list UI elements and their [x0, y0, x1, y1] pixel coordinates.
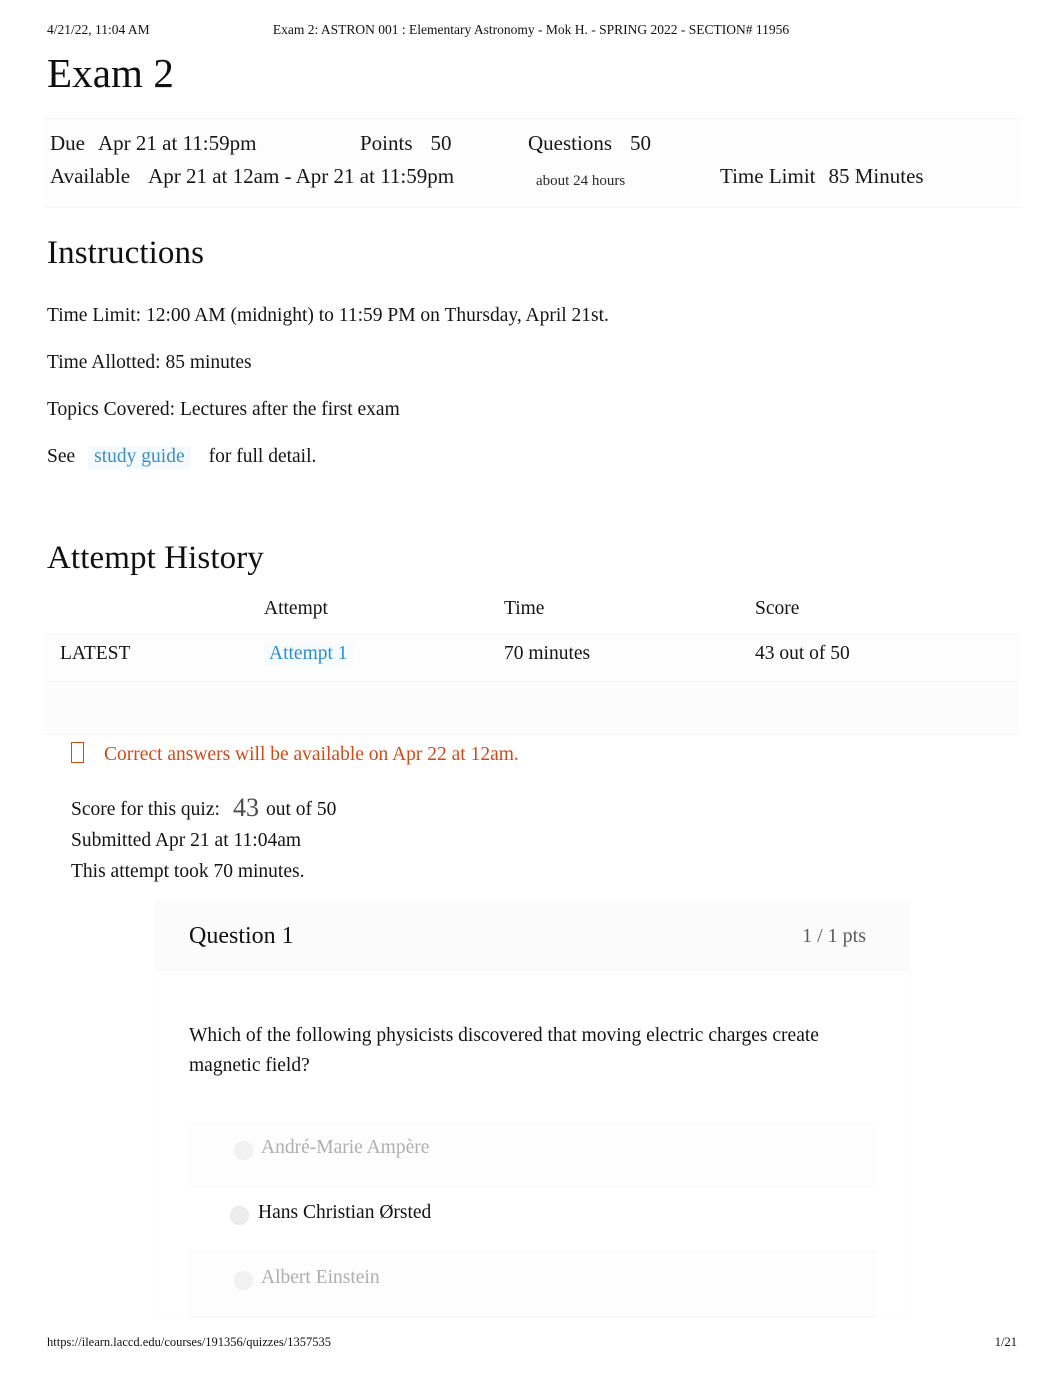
- row-score: 43 out of 50: [755, 643, 850, 664]
- quiz-score-value: 43: [232, 793, 259, 822]
- quiz-time-limit: Time Limit 85 Minutes: [720, 164, 924, 189]
- quiz-points-value: 50: [430, 131, 452, 155]
- question-header: Question 1 1 / 1 pts: [156, 901, 909, 970]
- column-header-time: Time: [504, 598, 545, 619]
- correct-answers-notice: Correct answers will be available on Apr…: [71, 742, 519, 766]
- quiz-available-label: Available: [50, 164, 131, 188]
- quiz-score-out-of: out of 50: [265, 799, 337, 820]
- question-text: Which of the following physicists discov…: [189, 1025, 819, 1076]
- quiz-meta-box: Due Apr 21 at 11:59pm Points 50 Questions 5…: [44, 118, 1019, 208]
- attempt-history-table: Attempt Time Score LATEST Attempt 1 70 m…: [44, 592, 1019, 735]
- attempt-history-heading: Attempt History: [47, 540, 264, 576]
- print-footer-url: https://ilearn.laccd.edu/courses/191356/…: [47, 1335, 331, 1349]
- instructions-heading: Instructions: [47, 235, 205, 271]
- row-latest-marker: LATEST: [60, 643, 131, 664]
- print-header-title: Exam 2: ASTRON 001 : Elementary Astronom…: [272, 22, 790, 37]
- instructions-see-line: See study guide for full detail.: [47, 446, 317, 469]
- attempt-1-link[interactable]: Attempt 1: [264, 643, 353, 666]
- quiz-points-label: Points: [360, 131, 413, 155]
- answer-list: André-Marie Ampère Hans Christian Ørsted…: [189, 1122, 876, 1318]
- radio-button-icon[interactable]: [234, 1271, 253, 1291]
- quiz-score-line: Score for this quiz: 43 out of 50: [71, 793, 336, 823]
- quiz-submitted-line: Submitted Apr 21 at 11:04am: [71, 830, 302, 851]
- answer-option-label: Hans Christian Ørsted: [258, 1202, 432, 1224]
- print-footer: https://ilearn.laccd.edu/courses/191356/…: [0, 1335, 1062, 1355]
- radio-button-icon[interactable]: [230, 1206, 249, 1226]
- instructions-topics: Topics Covered: Lectures after the first…: [47, 399, 400, 420]
- instructions-time-limit: Time Limit: 12:00 AM (midnight) to 11:59…: [47, 305, 609, 326]
- question-number: Question 1: [189, 923, 294, 949]
- quiz-due-value: Apr 21 at 11:59pm: [98, 131, 257, 155]
- answer-option-label: Albert Einstein: [261, 1267, 380, 1289]
- quiz-due-label: Due: [50, 131, 85, 155]
- quiz-available-value: Apr 21 at 12am - Apr 21 at 11:59pm: [148, 164, 455, 188]
- quiz-available-duration: about 24 hours: [536, 173, 626, 189]
- page-title: Exam 2: [47, 50, 174, 96]
- quiz-questions-label: Questions: [528, 131, 612, 155]
- answer-option-2[interactable]: Albert Einstein: [189, 1252, 876, 1318]
- quiz-points: Points 50: [360, 131, 452, 156]
- instructions-see-prefix: See: [47, 446, 76, 467]
- answer-option-label: André-Marie Ampère: [261, 1137, 430, 1159]
- quiz-time-limit-value: 85 Minutes: [828, 164, 924, 188]
- quiz-questions: Questions 50: [528, 131, 651, 156]
- quiz-available: Available Apr 21 at 12am - Apr 21 at 11:5…: [50, 164, 454, 189]
- row-time: 70 minutes: [504, 643, 591, 664]
- table-footer-spacer: [44, 682, 1019, 735]
- question-body: Which of the following physicists discov…: [156, 970, 909, 1318]
- answer-option-1[interactable]: Hans Christian Ørsted: [189, 1187, 876, 1253]
- column-header-attempt: Attempt: [264, 598, 328, 619]
- table-header-row: Attempt Time Score: [44, 592, 1019, 635]
- print-header: 4/21/22, 11:04 AM Exam 2: ASTRON 001 : E…: [0, 22, 1062, 44]
- column-header-score: Score: [755, 598, 800, 619]
- study-guide-link[interactable]: study guide: [88, 446, 191, 469]
- answer-option-0[interactable]: André-Marie Ampère: [189, 1122, 876, 1188]
- print-footer-page-number: 1/21: [994, 1335, 1017, 1349]
- quiz-time-limit-label: Time Limit: [720, 164, 816, 188]
- quiz-score-label: Score for this quiz:: [71, 799, 220, 820]
- info-circle-icon: [71, 742, 84, 763]
- quiz-duration-line: This attempt took 70 minutes.: [71, 861, 305, 882]
- instructions-see-suffix: for full detail.: [208, 446, 317, 467]
- correct-answers-notice-text: Correct answers will be available on Apr…: [104, 744, 519, 765]
- instructions-time-allotted: Time Allotted: 85 minutes: [47, 352, 252, 373]
- question-card: Question 1 1 / 1 pts Which of the follow…: [155, 900, 910, 1319]
- question-points: 1 / 1 pts: [802, 925, 866, 947]
- table-row: LATEST Attempt 1 70 minutes 43 out of 50: [44, 635, 1019, 682]
- quiz-due: Due Apr 21 at 11:59pm: [50, 131, 256, 156]
- quiz-questions-value: 50: [630, 131, 651, 155]
- radio-button-icon[interactable]: [234, 1141, 253, 1161]
